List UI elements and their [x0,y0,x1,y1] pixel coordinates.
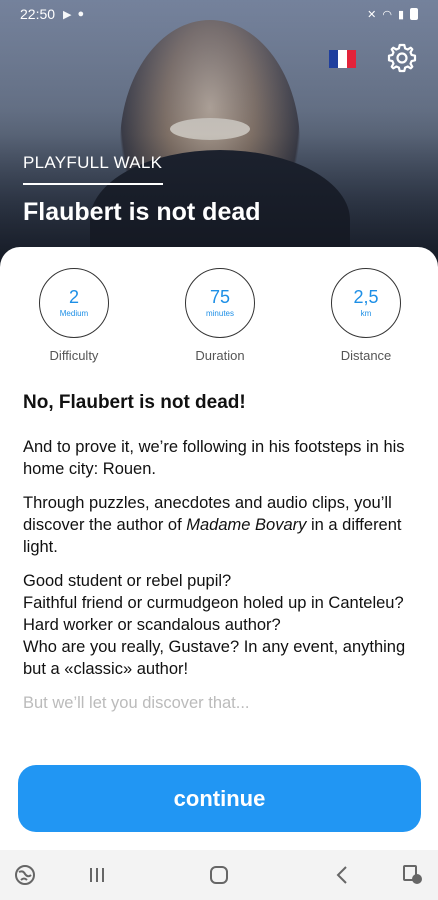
back-icon[interactable] [330,862,356,888]
accessibility-icon[interactable] [400,862,426,888]
stat-unit: Medium [59,309,89,318]
signal-icon: ▮ [397,8,404,21]
stat-circle: 2 Medium [39,268,109,338]
continue-button[interactable]: continue [18,765,421,832]
french-flag-icon[interactable] [329,50,356,68]
status-time: 22:50 [20,6,56,22]
stat-label: Duration [195,348,245,363]
home-icon[interactable] [206,862,232,888]
gear-icon[interactable] [386,42,418,74]
stat-value: 75 [209,287,231,307]
recents-icon[interactable] [84,862,110,888]
description-paragraph: Through puzzles, anecdotes and audio cli… [23,492,415,558]
text-line: Hard worker or scandalous author? [23,616,281,634]
text-line: Good student or rebel pupil? [23,572,232,590]
wifi-icon: ◠ [382,8,392,21]
hero-banner: 22:50 ▶ ● ✕ ◠ ▮ PLAYFULL WALK Flaubert i… [0,0,438,270]
stat-unit: minutes [205,309,234,318]
stat-duration: 75 minutes Duration [170,268,270,363]
description-paragraph: And to prove it, we’re following in his … [23,438,405,478]
description-paragraph: Good student or rebel pupil? Faithful fr… [23,570,415,680]
details-card: 2 Medium Difficulty 75 minutes Duration … [0,247,438,850]
globe-icon[interactable] [12,862,38,888]
book-title: Madame Bovary [186,516,307,534]
stat-difficulty: 2 Medium Difficulty [24,268,124,363]
battery-icon [410,8,418,20]
stat-label: Distance [340,348,392,363]
mute-icon: ✕ [367,8,377,21]
stat-unit: km [360,309,372,318]
description-heading: No, Flaubert is not dead! [23,392,246,413]
description: No, Flaubert is not dead! And to prove i… [23,392,415,726]
text-line: Who are you really, Gustave? In any even… [23,638,406,678]
stat-value: 2,5 [353,287,379,307]
stat-label: Difficulty [49,348,99,363]
stat-circle: 75 minutes [185,268,255,338]
status-bar: 22:50 ▶ ● ✕ ◠ ▮ [0,0,438,28]
description-paragraph-faded: But we’ll let you discover that... [23,694,250,712]
divider [23,183,163,185]
stat-distance: 2,5 km Distance [316,268,416,363]
walk-type-label: PLAYFULL WALK [23,153,163,172]
system-nav-bar [0,850,438,900]
circle-icon: ● [77,8,85,20]
page-title: Flaubert is not dead [23,198,261,226]
play-icon: ▶ [63,8,72,21]
text-line: Faithful friend or curmudgeon holed up i… [23,594,404,612]
stat-value: 2 [68,287,79,307]
stat-circle: 2,5 km [331,268,401,338]
